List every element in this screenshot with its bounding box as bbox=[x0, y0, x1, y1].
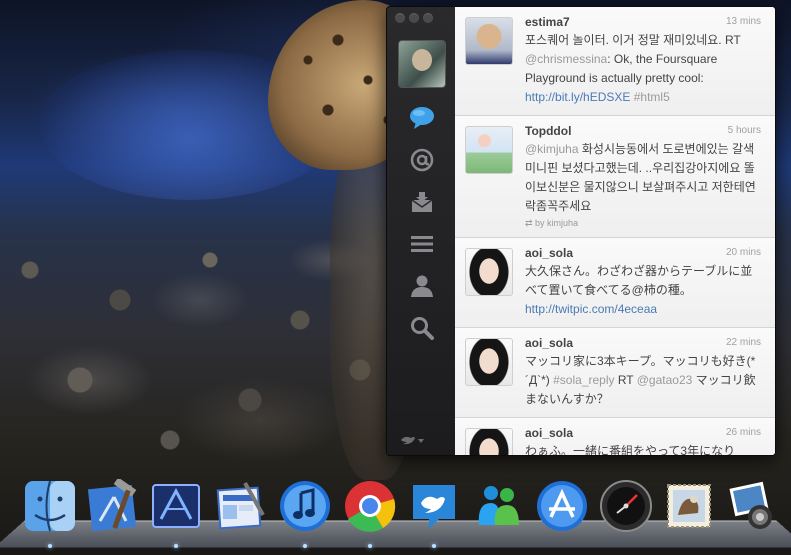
zoom-window-button[interactable] bbox=[423, 13, 433, 23]
tweet-avatar[interactable] bbox=[465, 17, 513, 65]
mail-icon[interactable] bbox=[661, 478, 717, 534]
tweet-text: わぁふ。一緒に番組をやって3年になり bbox=[525, 442, 757, 455]
twitter-window: estima7 13 mins 포스퀘어 놀이터. 이거 정말 재미있네요. RT … bbox=[386, 6, 776, 456]
account-avatar[interactable] bbox=[398, 40, 446, 88]
tweet-link[interactable]: http://twitpic.com/4eceaa bbox=[525, 302, 657, 316]
mentions-at-icon[interactable] bbox=[409, 147, 435, 173]
tweet-timestamp: 20 mins bbox=[725, 247, 761, 258]
itunes-icon[interactable] bbox=[277, 478, 333, 548]
retweet-by-label: by kimjuha bbox=[535, 218, 579, 228]
chrome-icon[interactable] bbox=[342, 478, 398, 548]
tweet-avatar[interactable] bbox=[465, 248, 513, 296]
tweet-link[interactable]: http://bit.ly/hEDSXE bbox=[525, 90, 630, 104]
tweet-mention-or-hashtag[interactable]: @gatao23 bbox=[637, 373, 693, 387]
tweet-text-segment: RT bbox=[614, 373, 637, 387]
tweet-timestamp: 5 hours bbox=[727, 125, 761, 136]
tweet-username[interactable]: aoi_sola bbox=[525, 426, 757, 440]
finder-running-indicator bbox=[48, 544, 52, 548]
tweet-text-segment: わぁふ。一緒に番組をやって3年になり bbox=[525, 444, 736, 455]
tweet-timestamp: 26 mins bbox=[725, 427, 761, 438]
finder-icon[interactable] bbox=[22, 478, 78, 548]
interface-builder-icon[interactable] bbox=[212, 478, 268, 534]
instruments-running-indicator bbox=[174, 544, 178, 548]
tweet-text-segment: 大久保さん。わざわざ器からテーブルに並べて置いて食べてる@柿の種。 bbox=[525, 264, 753, 297]
timeline-bubble-icon[interactable] bbox=[409, 105, 435, 131]
tweet-timeline[interactable]: estima7 13 mins 포스퀘어 놀이터. 이거 정말 재미있네요. RT … bbox=[455, 7, 775, 455]
xcode-icon[interactable] bbox=[85, 478, 141, 534]
tweet-avatar[interactable] bbox=[465, 126, 513, 174]
tweet-avatar[interactable] bbox=[465, 338, 513, 386]
app-store-icon[interactable] bbox=[534, 478, 590, 534]
twitter-running-indicator bbox=[432, 544, 436, 548]
tweet-username[interactable]: estima7 bbox=[525, 15, 757, 29]
tweet-username[interactable]: aoi_sola bbox=[525, 336, 757, 350]
tweet-row[interactable]: estima7 13 mins 포스퀘어 놀이터. 이거 정말 재미있네요. RT … bbox=[455, 7, 775, 116]
retweet-icon: ⇄ bbox=[525, 218, 536, 228]
itunes-running-indicator bbox=[303, 544, 307, 548]
tweet-username[interactable]: Topddol bbox=[525, 124, 757, 138]
dashboard-icon[interactable] bbox=[598, 478, 654, 534]
tweet-timestamp: 22 mins bbox=[725, 337, 761, 348]
tweet-text: マッコリ家に3本キープ。マッコリも好き(*´Д`*) #sola_reply R… bbox=[525, 352, 757, 409]
close-window-button[interactable] bbox=[395, 13, 405, 23]
chrome-running-indicator bbox=[368, 544, 372, 548]
twitter-sidebar bbox=[387, 7, 455, 455]
instruments-icon[interactable] bbox=[148, 478, 204, 548]
iphoto-icon[interactable] bbox=[723, 478, 779, 534]
retweet-via: ⇄ by kimjuha bbox=[525, 218, 757, 229]
tweet-text: @kimjuha 화성시능동에서 도로변에있는 갈색미니핀 보셨다고했는데. .… bbox=[525, 140, 757, 216]
search-icon[interactable] bbox=[409, 315, 435, 341]
tweet-avatar[interactable] bbox=[465, 428, 513, 455]
window-controls bbox=[395, 13, 433, 23]
dock bbox=[0, 478, 791, 555]
lists-icon[interactable] bbox=[409, 231, 435, 257]
minimize-window-button[interactable] bbox=[409, 13, 419, 23]
tweet-mention-or-hashtag[interactable]: @kimjuha bbox=[525, 142, 579, 156]
tweet-row[interactable]: aoi_sola 20 mins 大久保さん。わざわざ器からテーブルに並べて置いて食… bbox=[455, 238, 775, 328]
tweet-text-segment: 포스퀘어 놀이터. 이거 정말 재미있네요. RT bbox=[525, 33, 741, 47]
tweet-row[interactable]: Topddol 5 hours @kimjuha 화성시능동에서 도로변에있는 갈색… bbox=[455, 116, 775, 238]
tweet-row[interactable]: aoi_sola 26 mins わぁふ。一緒に番組をやって3年になり bbox=[455, 418, 775, 455]
tweet-text: 포스퀘어 놀이터. 이거 정말 재미있네요. RT @chrismessina:… bbox=[525, 31, 757, 107]
tweet-mention-or-hashtag[interactable]: @chrismessina bbox=[525, 52, 607, 66]
tweet-username[interactable]: aoi_sola bbox=[525, 246, 757, 260]
twitter-icon[interactable] bbox=[406, 478, 462, 548]
twitter-bird-menu-icon[interactable] bbox=[399, 434, 425, 449]
tweet-timestamp: 13 mins bbox=[725, 16, 761, 27]
messages-inbox-icon[interactable] bbox=[409, 189, 435, 215]
tweet-text: 大久保さん。わざわざ器からテーブルに並べて置いて食べてる@柿の種。 http:/… bbox=[525, 262, 757, 319]
tweet-mention-or-hashtag[interactable]: #sola_reply bbox=[553, 373, 614, 387]
profile-person-icon[interactable] bbox=[409, 273, 435, 299]
tweet-mention-or-hashtag[interactable]: #html5 bbox=[634, 90, 670, 104]
messenger-icon[interactable] bbox=[470, 478, 526, 534]
tweet-row[interactable]: aoi_sola 22 mins マッコリ家に3本キープ。マッコリも好き(*´Д`*… bbox=[455, 328, 775, 418]
